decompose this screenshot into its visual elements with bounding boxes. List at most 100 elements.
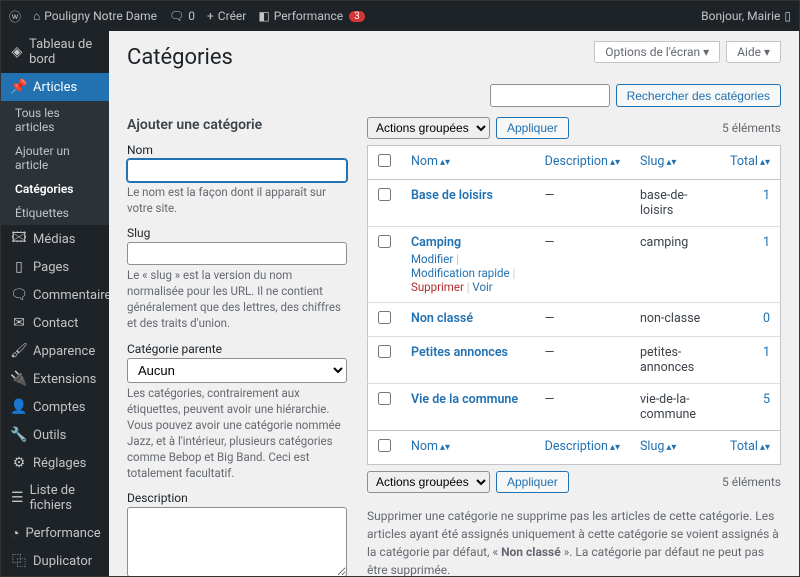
help-tab[interactable]: Aide ▾ xyxy=(726,41,781,63)
row-actions: Modifier | Modification rapide | Supprim… xyxy=(411,252,525,294)
col-name-ft[interactable]: Nom▴▾ xyxy=(411,439,450,454)
table-row: Non classé — non-classe 0 xyxy=(368,303,781,337)
menu-pages[interactable]: ▯Pages xyxy=(1,253,109,281)
col-slug[interactable]: Slug▴▾ xyxy=(640,154,676,169)
row-slug: vie-de-la-commune xyxy=(630,384,720,431)
menu-media[interactable]: 🖾Médias xyxy=(1,225,109,253)
row-total-link[interactable]: 1 xyxy=(763,188,770,203)
row-checkbox[interactable] xyxy=(378,392,391,405)
categories-table: Nom▴▾ Description▴▾ Slug▴▾ Total▴▾ Base … xyxy=(367,145,781,465)
quick-edit-link[interactable]: Modification rapide xyxy=(411,266,510,280)
menu-plugins[interactable]: 🔌Extensions xyxy=(1,365,109,393)
desc-label: Description xyxy=(127,491,347,505)
apply-button-top[interactable]: Appliquer xyxy=(496,117,569,139)
row-checkbox[interactable] xyxy=(378,235,391,248)
form-heading: Ajouter une catégorie xyxy=(127,117,347,133)
row-slug: petites-annonces xyxy=(630,337,720,384)
search-button[interactable]: Rechercher des catégories xyxy=(616,84,781,107)
menu-tools[interactable]: 🔧Outils xyxy=(1,421,109,449)
row-slug: base-de-loisirs xyxy=(630,180,720,227)
wp-logo[interactable]: ⓦ xyxy=(9,8,21,25)
name-input[interactable] xyxy=(127,159,347,182)
row-total-link[interactable]: 0 xyxy=(763,311,770,326)
menu-dashboard[interactable]: ◈Tableau de bord xyxy=(1,31,109,73)
row-title-link[interactable]: Petites annonces xyxy=(411,345,508,360)
table-row: Camping Modifier | Modification rapide |… xyxy=(368,227,781,303)
slug-input[interactable] xyxy=(127,242,347,265)
user-icon: 👤 xyxy=(11,399,27,415)
menu-posts[interactable]: 📌Articles xyxy=(1,73,109,101)
sub-all-posts[interactable]: Tous les articles xyxy=(1,101,109,139)
desc-textarea[interactable] xyxy=(127,507,347,576)
row-slug: camping xyxy=(630,227,720,303)
col-slug-ft[interactable]: Slug▴▾ xyxy=(640,439,676,454)
menu-comments[interactable]: 🗨Commentaires xyxy=(1,281,109,309)
bulk-actions-top[interactable]: Actions groupées xyxy=(367,117,490,139)
apply-button-bottom[interactable]: Appliquer xyxy=(496,471,569,493)
name-desc: Le nom est la façon dont il apparaît sur… xyxy=(127,184,347,216)
menu-performance[interactable]: ◔Performance3 xyxy=(1,519,109,547)
menu-settings[interactable]: ⚙Réglages xyxy=(1,449,109,477)
menu-appearance[interactable]: 🖌Apparence xyxy=(1,337,109,365)
edit-link[interactable]: Modifier xyxy=(411,252,453,266)
row-total-link[interactable]: 1 xyxy=(763,235,770,250)
row-title-link[interactable]: Camping xyxy=(411,235,461,250)
site-name-link[interactable]: ⌂ Pouligny Notre Dame xyxy=(33,9,157,23)
screen-options-tab[interactable]: Options de l'écran ▾ xyxy=(594,41,720,63)
menu-leaflet[interactable]: ⛉Leaflet Map xyxy=(1,575,109,576)
slug-desc: Le « slug » est la version du nom normal… xyxy=(127,267,347,331)
slug-label: Slug xyxy=(127,226,347,240)
col-total[interactable]: Total▴▾ xyxy=(730,154,770,169)
view-link[interactable]: Voir xyxy=(472,280,492,294)
row-checkbox[interactable] xyxy=(378,311,391,324)
col-name[interactable]: Nom▴▾ xyxy=(411,154,450,169)
copy-icon: ⿻ xyxy=(11,553,27,569)
row-checkbox[interactable] xyxy=(378,188,391,201)
mail-icon: ✉ xyxy=(11,315,27,331)
select-all-top[interactable] xyxy=(378,154,391,167)
comment-icon: 🗨 xyxy=(11,287,27,303)
media-icon: 🖾 xyxy=(11,231,27,247)
row-desc: — xyxy=(535,180,630,227)
col-total-ft[interactable]: Total▴▾ xyxy=(730,439,770,454)
admin-sidebar: ◈Tableau de bord 📌Articles Tous les arti… xyxy=(1,31,109,576)
item-count-top: 5 éléments xyxy=(722,121,781,135)
row-total-link[interactable]: 1 xyxy=(763,345,770,360)
item-count-bottom: 5 éléments xyxy=(722,475,781,489)
sub-categories[interactable]: Catégories xyxy=(1,177,109,201)
menu-duplicator[interactable]: ⿻Duplicator xyxy=(1,547,109,575)
list-icon: ☰ xyxy=(11,490,24,506)
row-title-link[interactable]: Vie de la commune xyxy=(411,392,518,407)
sliders-icon: ⚙ xyxy=(11,455,27,471)
parent-label: Catégorie parente xyxy=(127,342,347,356)
col-desc[interactable]: Description▴▾ xyxy=(545,154,620,169)
col-desc-ft[interactable]: Description▴▾ xyxy=(545,439,620,454)
plug-icon: 🔌 xyxy=(11,371,27,387)
wrench-icon: 🔧 xyxy=(11,427,27,443)
search-input[interactable] xyxy=(490,84,610,107)
row-total-link[interactable]: 5 xyxy=(763,392,770,407)
row-checkbox[interactable] xyxy=(378,345,391,358)
menu-users[interactable]: 👤Comptes xyxy=(1,393,109,421)
row-title-link[interactable]: Base de loisirs xyxy=(411,188,493,203)
select-all-bottom[interactable] xyxy=(378,439,391,452)
bulk-actions-bottom[interactable]: Actions groupées xyxy=(367,471,490,493)
gauge-icon: ◔ xyxy=(11,525,19,541)
row-slug: non-classe xyxy=(630,303,720,337)
new-content-link[interactable]: + Créer xyxy=(207,9,246,23)
delete-link[interactable]: Supprimer xyxy=(411,280,464,294)
sub-tags[interactable]: Étiquettes xyxy=(1,201,109,225)
menu-files[interactable]: ☰Liste de fichiers xyxy=(1,477,109,519)
row-desc: — xyxy=(535,384,630,431)
sub-add-post[interactable]: Ajouter un article xyxy=(1,139,109,177)
performance-link[interactable]: ◧ Performance3 xyxy=(258,9,364,23)
parent-select[interactable]: Aucun xyxy=(127,358,347,383)
add-category-form: Ajouter une catégorie Nom Le nom est la … xyxy=(127,117,347,576)
greeting-link[interactable]: Bonjour, Mairie ▯ xyxy=(701,9,791,23)
submenu-posts: Tous les articles Ajouter un article Cat… xyxy=(1,101,109,225)
comments-link[interactable]: 🗨 0 xyxy=(169,9,195,23)
row-title-link[interactable]: Non classé xyxy=(411,311,473,326)
row-desc: — xyxy=(535,227,630,303)
brush-icon: 🖌 xyxy=(11,343,27,359)
menu-contact[interactable]: ✉Contact xyxy=(1,309,109,337)
